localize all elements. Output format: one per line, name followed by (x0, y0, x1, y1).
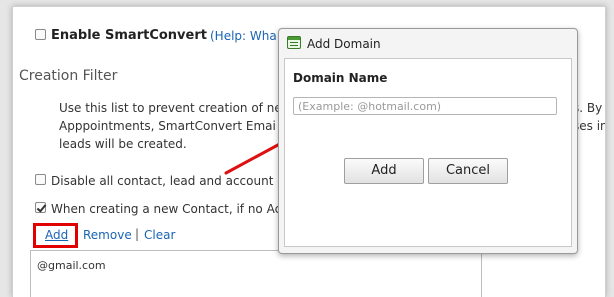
domain-name-label: Domain Name (293, 71, 388, 85)
settings-panel: Enable SmartConvert (Help: Wha Creation … (12, 6, 606, 297)
domain-name-input[interactable] (293, 97, 557, 115)
enable-smartconvert-checkbox[interactable] (35, 29, 46, 40)
window-icon (287, 36, 301, 49)
add-link[interactable]: Add (45, 228, 68, 242)
disable-creation-checkbox[interactable] (35, 174, 46, 185)
dialog-body: Domain Name Add Cancel (284, 58, 572, 247)
remove-link[interactable]: Remove (83, 228, 132, 242)
creation-filter-title: Creation Filter (19, 68, 118, 84)
new-contact-checkbox[interactable] (35, 202, 46, 213)
description-line-3: leads will be created. (59, 137, 187, 151)
help-link[interactable]: (Help: Wha (210, 29, 277, 43)
domain-list[interactable]: @gmail.com (30, 250, 482, 297)
domain-list-item[interactable]: @gmail.com (37, 257, 106, 275)
add-button[interactable]: Add (344, 158, 424, 184)
new-contact-label: When creating a new Contact, if no Ac (51, 202, 282, 216)
dialog-titlebar[interactable]: Add Domain (279, 29, 577, 57)
enable-smartconvert-label: Enable SmartConvert (51, 28, 207, 43)
dialog-title: Add Domain (307, 37, 381, 51)
add-domain-dialog: Add Domain Domain Name Add Cancel (278, 28, 578, 254)
cancel-button[interactable]: Cancel (428, 158, 508, 184)
description-line-1: Use this list to prevent creation of ne (59, 101, 282, 115)
separator: | (135, 227, 140, 241)
clear-link[interactable]: Clear (144, 228, 175, 242)
